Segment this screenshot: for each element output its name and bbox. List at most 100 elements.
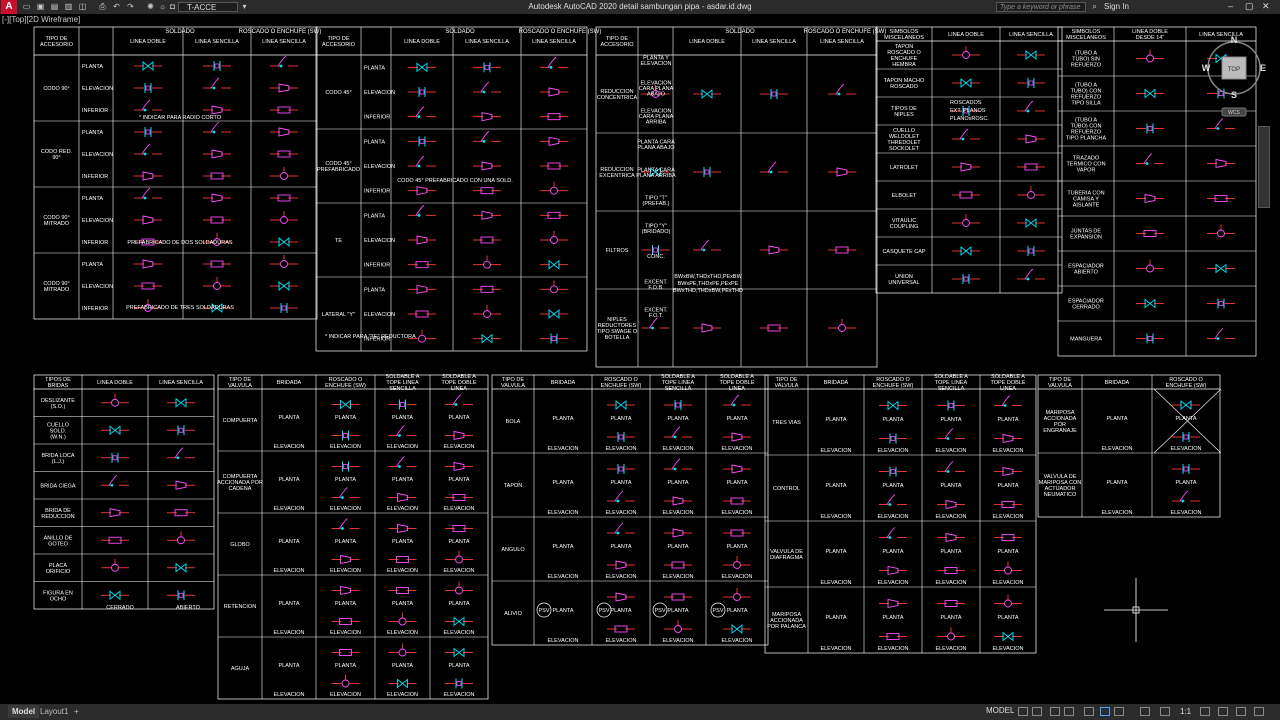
view-label: PLANTA <box>392 663 413 669</box>
view-label: ELEVACION <box>364 312 395 318</box>
new-file-icon[interactable]: ▭ <box>22 2 31 11</box>
save-as-icon[interactable]: ▥ <box>64 2 73 11</box>
weld-dot <box>1145 162 1149 165</box>
add-layout-button[interactable]: + <box>70 705 83 718</box>
lock-icon[interactable]: ◘ <box>168 2 177 11</box>
row-label: ABIERTO <box>1074 270 1099 276</box>
tab-layout1[interactable]: Layout1 <box>36 705 72 718</box>
weld-dot <box>961 137 965 141</box>
valve-symbol <box>1180 400 1192 410</box>
binoculars-icon[interactable]: ⌕ <box>1090 2 1099 11</box>
close-button[interactable]: ✕ <box>1262 1 1270 12</box>
plus-icon[interactable] <box>1218 707 1228 716</box>
fitting-symbol <box>341 679 350 688</box>
snap-icon[interactable] <box>1032 707 1042 716</box>
row-label: ALIVIO <box>504 611 522 617</box>
scale-indicator[interactable]: 1:1 <box>1180 707 1191 716</box>
view-label: CONC. <box>647 254 665 260</box>
lineweight-icon[interactable] <box>1114 707 1124 716</box>
view-label: ELEVACION <box>605 638 636 644</box>
viewport-controls-label[interactable]: [-][Top][2D Wireframe] <box>2 15 80 24</box>
row-label: (L.J.) <box>52 459 65 465</box>
fitting-body <box>1147 336 1153 341</box>
weld-dot <box>549 65 553 69</box>
view-label: ELEVACION <box>721 446 752 452</box>
chevron-down-icon[interactable]: ▾ <box>240 2 249 11</box>
redo-icon[interactable]: ↷ <box>126 2 135 11</box>
view-label: PLANTA <box>668 480 689 486</box>
column-header: LINEA <box>1000 386 1016 392</box>
drawing-canvas[interactable]: TIPO DEACCESORIO LINEA DOBLE LINEA SENCILL… <box>0 0 1280 720</box>
row-label: REDUCCION <box>41 514 74 520</box>
navigation-bar[interactable] <box>1258 126 1270 208</box>
fitting-symbol <box>280 216 288 224</box>
settings-gear-icon[interactable] <box>1200 707 1210 716</box>
viewcube[interactable]: TOP N S E W WCS <box>1196 30 1276 120</box>
plot-icon[interactable]: ⎙ <box>98 2 107 11</box>
reducer-symbol <box>453 430 465 441</box>
fitting-symbol <box>550 285 558 294</box>
status-bar: Model Layout1 + MODEL 1:1 <box>0 704 1280 720</box>
workspace-icon[interactable] <box>1160 707 1170 716</box>
isodraft-icon[interactable] <box>1100 707 1110 716</box>
layer-dropdown[interactable]: T-ACCE <box>178 2 238 12</box>
web-icon[interactable]: ◫ <box>78 2 87 11</box>
weld-dot <box>1026 109 1030 113</box>
reducer-symbol <box>416 186 428 196</box>
annotation-icon[interactable] <box>1140 707 1150 716</box>
fitting-body <box>112 455 118 461</box>
sun-icon[interactable]: ☼ <box>158 2 167 11</box>
column-header: ROSCADO O ENCHUFE (SW) <box>804 29 887 35</box>
view-label: PLANTA <box>727 608 748 614</box>
reducer-symbol <box>142 171 154 181</box>
view-label: PLANA ARRIBA <box>636 173 676 179</box>
sign-in-button[interactable]: Sign In <box>1104 2 1129 12</box>
view-label: PLANTA <box>941 549 962 555</box>
valve-symbol <box>1144 298 1156 309</box>
reducer-symbol <box>887 565 899 576</box>
isolate-icon[interactable] <box>1236 707 1246 716</box>
minimize-button[interactable]: – <box>1228 1 1233 11</box>
reducer-symbol <box>278 127 290 137</box>
fitting-symbol <box>674 625 682 633</box>
table-valves-1: TIPO DEVALVULA BRIDADA ROSCADO OENCHUFE (S… <box>217 374 489 700</box>
osnap-icon[interactable] <box>1084 707 1094 716</box>
row-label: CASQUETE CAP <box>882 249 925 255</box>
view-label: F.O.B. <box>648 285 664 291</box>
tab-model[interactable]: Model <box>8 705 40 718</box>
row-label: NEUMATICO <box>1044 492 1077 498</box>
view-label: ELEVACION <box>82 284 113 290</box>
polar-icon[interactable] <box>1064 707 1074 716</box>
fitting-symbol <box>733 561 741 569</box>
save-icon[interactable]: ▤ <box>50 2 59 11</box>
customize-menu-icon[interactable] <box>1254 707 1264 716</box>
lightbulb-icon[interactable]: ✺ <box>146 2 155 11</box>
view-label: PLANTA <box>449 415 470 421</box>
restore-button[interactable]: ▢ <box>1245 1 1254 12</box>
autocad-logo-icon[interactable]: A <box>1 0 17 14</box>
view-label: ELEVACION <box>273 692 304 698</box>
view-label: ELEVACION <box>662 574 693 580</box>
table-flanges: TIPOS DEBRIDAS LINEA DOBLE LINEA SENCILLAD… <box>33 374 215 611</box>
undo-icon[interactable]: ↶ <box>112 2 121 11</box>
view-label: ELEVACION <box>1101 510 1132 516</box>
row-label: BRIDA CIEGA <box>40 483 75 489</box>
view-label: PLANTA <box>335 601 356 607</box>
column-header: VALVULA <box>1048 383 1072 389</box>
row-label: CONCENTRICA <box>597 95 638 101</box>
reducer-symbol <box>672 496 684 506</box>
column-header: LINEA SENCILLA <box>465 39 509 45</box>
grid-icon[interactable] <box>1018 707 1028 716</box>
view-label: PLANTA <box>826 483 847 489</box>
row-label: (S.O.) <box>51 404 66 410</box>
column-header: LINEA <box>451 386 467 392</box>
elbow-symbol <box>700 239 710 251</box>
row-label: POR PALANCA <box>767 624 806 630</box>
elbow-symbol <box>671 426 681 438</box>
elbow-symbol <box>649 317 658 329</box>
reducer-symbol <box>731 464 743 474</box>
search-input[interactable]: Type a keyword or phrase <box>996 2 1086 12</box>
ortho-icon[interactable] <box>1050 707 1060 716</box>
model-space-indicator[interactable]: MODEL <box>986 706 1014 715</box>
open-file-icon[interactable]: ▣ <box>36 2 45 11</box>
